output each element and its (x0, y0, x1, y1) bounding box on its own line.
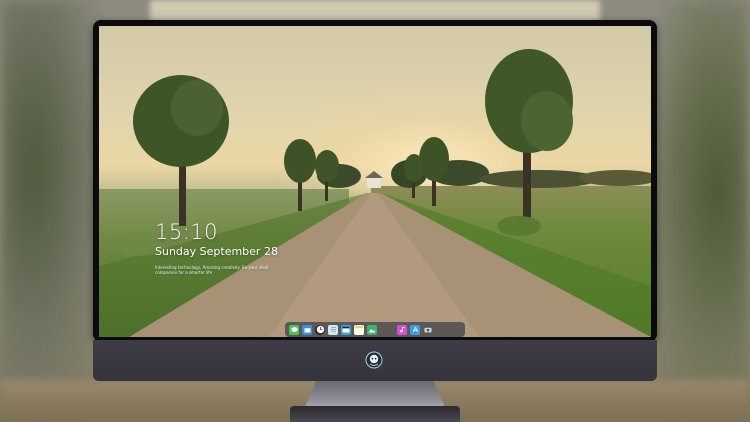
app-store-icon[interactable] (410, 324, 420, 335)
notes-icon[interactable] (354, 324, 364, 335)
clock-icon[interactable] (315, 324, 325, 335)
distant-house (367, 178, 381, 188)
monitor-bezel: 15:10 Sunday September 28 Interesting te… (93, 20, 657, 342)
lock-clock: 15:10 (155, 220, 219, 244)
monitor-stand-base (290, 406, 460, 422)
clapperboard-icon[interactable] (341, 324, 351, 335)
folder-icon[interactable] (302, 324, 312, 335)
background-blur-top (150, 0, 600, 22)
camera-icon[interactable] (423, 324, 433, 335)
dock (285, 322, 465, 337)
monitor: 15:10 Sunday September 28 Interesting te… (93, 20, 657, 381)
messages-icon[interactable] (289, 324, 299, 335)
lock-date: Sunday September 28 (155, 245, 278, 258)
lock-screen[interactable]: 15:10 Sunday September 28 Interesting te… (99, 26, 651, 337)
music-icon[interactable] (397, 324, 407, 335)
photos-icon[interactable] (367, 324, 377, 335)
lock-tagline: Interesting technology, Amazing creativi… (155, 265, 269, 275)
monitor-stand-neck (305, 381, 445, 407)
wallpaper-landscape (99, 49, 651, 337)
notes-list-icon[interactable] (328, 324, 338, 335)
brand-logo-icon (365, 351, 383, 369)
